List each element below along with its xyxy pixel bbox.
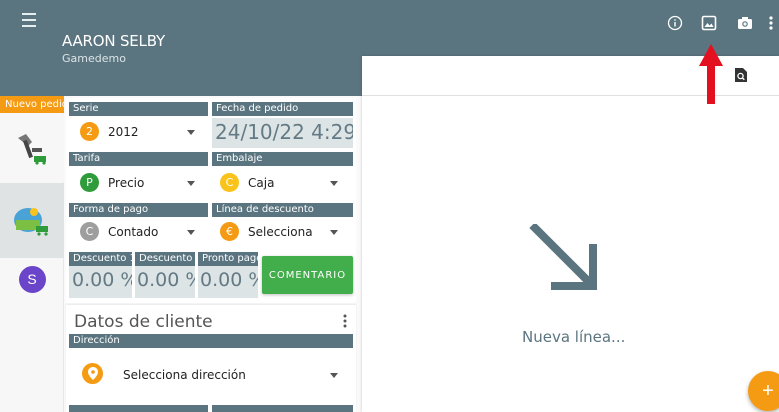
tarifa-badge: P [80,173,99,192]
forma-pago-label: Forma de pago [69,203,208,217]
avatar: S [18,265,46,293]
location-pin-icon [82,363,103,384]
client-title: Datos de cliente [74,312,213,332]
menu-icon[interactable] [22,13,44,31]
order-lines-panel: Nueva línea... [362,56,779,412]
linea-descuento-label: Línea de descuento [212,203,353,217]
linea-descuento-select[interactable]: Selecciona línea [248,225,314,239]
direccion-label: Dirección [69,334,353,348]
search-document-icon[interactable] [734,67,750,83]
serie-select[interactable]: 2012 [108,125,139,139]
catalog-image-icon [14,207,48,236]
client-card: Datos de cliente Dirección Selecciona di… [66,305,356,412]
new-order-tab[interactable]: Nuevo pedido [0,96,64,113]
more-vert-icon[interactable] [343,314,347,333]
descuento1-value[interactable]: 0.00 % [69,266,132,298]
chevron-down-icon[interactable] [330,373,338,378]
embalaje-label: Embalaje [212,152,353,166]
more-vert-icon[interactable] [766,14,776,32]
fitness-icon [18,134,46,165]
next-field-label [212,405,353,412]
chevron-down-icon[interactable] [330,230,338,235]
rail-item-s[interactable]: S [0,259,64,299]
forma-pago-badge: C [80,222,99,241]
chevron-down-icon[interactable] [187,130,195,135]
tarifa-label: Tarifa [69,152,208,166]
descuento1-label: Descuento 1 [69,252,132,266]
chevron-down-icon[interactable] [187,181,195,186]
chevron-down-icon[interactable] [330,181,338,186]
direccion-select[interactable]: Selecciona dirección [123,368,246,382]
red-pointer-arrow [699,44,723,104]
image-icon[interactable] [700,14,718,32]
pronto-pago-label: Pronto pago [198,252,258,266]
serie-badge: 2 [80,122,99,141]
linea-descuento-badge: € [220,222,239,241]
fecha-label: Fecha de pedido [212,102,353,116]
next-field-label [69,405,208,412]
embalaje-select[interactable]: Caja [248,176,274,190]
chevron-down-icon[interactable] [187,230,195,235]
info-icon[interactable] [666,14,684,32]
customer-name: AARON SELBY [62,32,165,50]
descuento2-value[interactable]: 0.00 % [135,266,195,298]
serie-label: Serie [69,102,208,116]
rail-item-catalog[interactable] [0,183,64,258]
company-name: Gamedemo [62,52,126,65]
embalaje-badge: C [220,173,239,192]
left-rail: Nuevo pedido S [0,96,64,412]
forma-pago-select[interactable]: Contado [108,225,158,239]
comment-button[interactable]: COMENTARIO [262,256,353,294]
fecha-value[interactable]: 24/10/22 4:29 PM [212,118,353,148]
arrow-down-right-icon [529,224,597,290]
pronto-pago-value[interactable]: 0.00 % [198,266,258,298]
rail-item-fitness[interactable] [0,114,64,182]
camera-icon[interactable] [736,14,754,32]
tarifa-select[interactable]: Precio [108,176,144,190]
descuento2-label: Descuento 2 [135,252,195,266]
empty-lines-text: Nueva línea... [522,328,626,346]
